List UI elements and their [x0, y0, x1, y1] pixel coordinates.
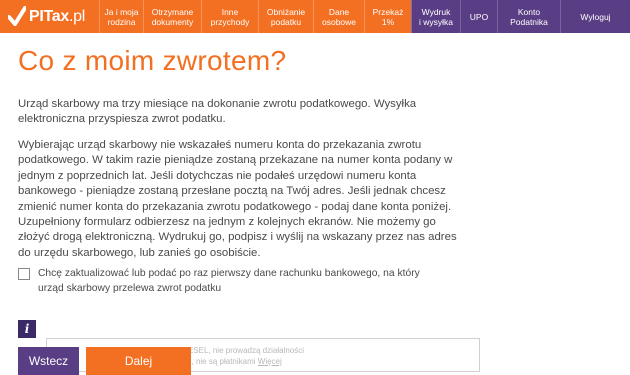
- update-bank-account-checkbox[interactable]: [18, 268, 30, 280]
- update-bank-account-label[interactable]: Chcę zaktualizować lub podać po raz pier…: [38, 266, 438, 296]
- nav-konto-podatnika[interactable]: Konto Podatnika: [497, 0, 560, 33]
- page-title: Co z moim zwrotem?: [18, 45, 287, 76]
- nav-wyloguj[interactable]: Wyloguj: [560, 0, 630, 33]
- nav-ja-i-moja-rodzina[interactable]: Ja i moja rodzina: [99, 0, 143, 33]
- next-button[interactable]: Dalej: [86, 347, 191, 375]
- info-icon[interactable]: i: [18, 320, 36, 338]
- checkmark-logo-icon: [8, 5, 26, 26]
- pitax-logo[interactable]: PITax.pl: [0, 0, 99, 33]
- nav-otrzymane-dokumenty[interactable]: Otrzymane dokumenty: [143, 0, 201, 33]
- notice-more-link[interactable]: Więcej: [258, 357, 282, 366]
- back-button[interactable]: Wstecz: [18, 347, 79, 375]
- bank-account-paragraph: Wybierając urząd skarbowy nie wskazałeś …: [18, 139, 457, 259]
- main-content: Co z moim zwrotem? Urząd skarbowy ma trz…: [18, 45, 618, 338]
- update-bank-account-option[interactable]: Chcę zaktualizować lub podać po raz pier…: [18, 266, 438, 296]
- nav-wydruk-i-wysylka[interactable]: Wydruk i wysyłka: [411, 0, 460, 33]
- nav-inne-przychody[interactable]: Inne przychody: [201, 0, 258, 33]
- logo-text: PITax.pl: [29, 7, 86, 25]
- top-navigation: PITax.pl Ja i moja rodzina Otrzymane dok…: [0, 0, 630, 33]
- nav-obnizanie-podatku[interactable]: Obniżanie podatku: [258, 0, 313, 33]
- nav-dane-osobowe[interactable]: Dane osobowe: [313, 0, 364, 33]
- refund-time-paragraph: Urząd skarbowy ma trzy miesiące na dokon…: [18, 98, 417, 126]
- nav-upo[interactable]: UPO: [460, 0, 497, 33]
- nav-przekaz-1-procent[interactable]: Przekaż 1%: [364, 0, 411, 33]
